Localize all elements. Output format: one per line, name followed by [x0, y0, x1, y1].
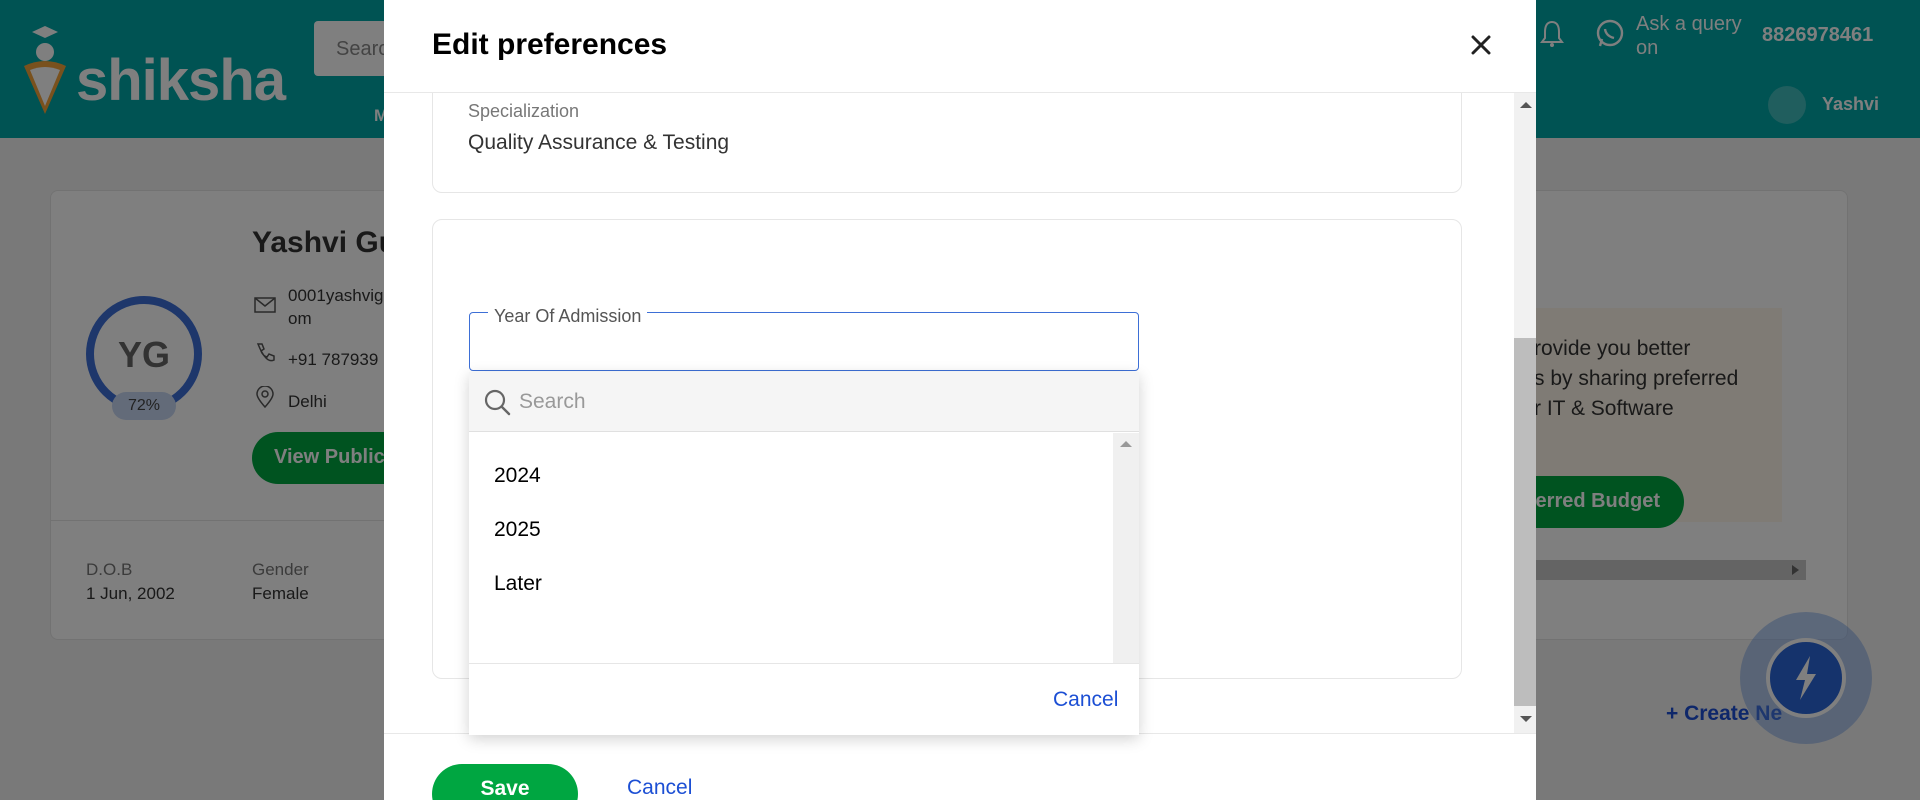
modal-scrollbar-thumb[interactable]: [1514, 338, 1536, 706]
dropdown-search-bar: [469, 372, 1139, 432]
scroll-up-icon[interactable]: [1520, 102, 1532, 108]
year-of-admission-label: Year Of Admission: [488, 306, 648, 327]
option-2025[interactable]: 2025: [494, 518, 541, 542]
option-2024[interactable]: 2024: [494, 464, 541, 488]
close-button[interactable]: [1464, 28, 1498, 62]
search-icon: [483, 388, 511, 416]
year-dropdown-menu: 2024 2025 Later Cancel: [469, 372, 1139, 735]
scroll-down-icon[interactable]: [1520, 716, 1532, 722]
specialization-label: Specialization: [468, 101, 580, 121]
dropdown-scrollbar[interactable]: [1113, 433, 1139, 663]
save-button[interactable]: Save: [432, 764, 578, 800]
dropdown-footer-divider: [469, 663, 1139, 664]
specialization-value: Quality Assurance & Testing: [468, 131, 730, 154]
option-later[interactable]: Later: [494, 572, 542, 596]
dropdown-options-list: 2024 2025 Later: [469, 433, 1113, 663]
close-icon: [1471, 35, 1491, 55]
dropdown-cancel-button[interactable]: Cancel: [1053, 688, 1118, 712]
cancel-button[interactable]: Cancel: [627, 776, 692, 800]
dropdown-search-input[interactable]: [519, 386, 1119, 418]
modal-title: Edit preferences: [432, 28, 668, 61]
dropdown-scroll-up-icon[interactable]: [1120, 441, 1132, 447]
